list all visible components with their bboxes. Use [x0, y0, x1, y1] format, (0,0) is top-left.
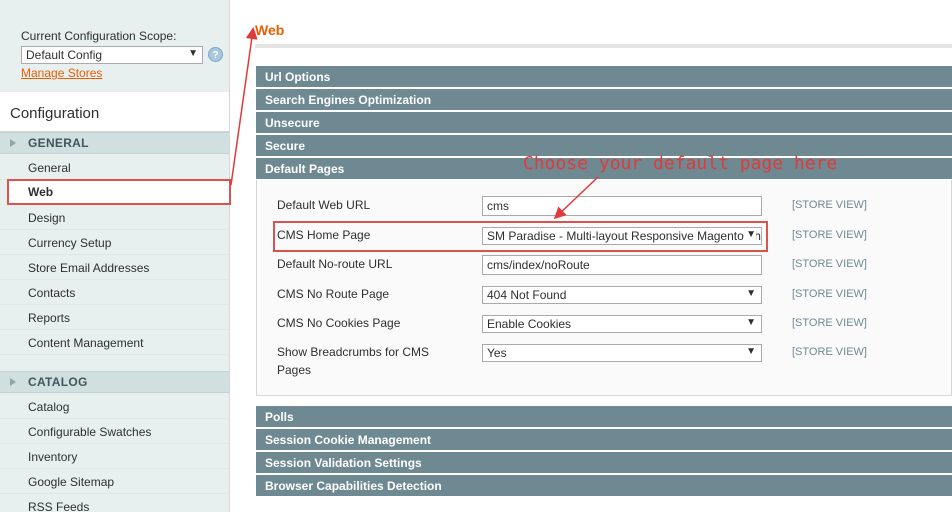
- sidebar: Current Configuration Scope: Default Con…: [0, 0, 231, 512]
- sidebar-item-google-sitemap[interactable]: Google Sitemap: [0, 469, 229, 494]
- chevron-down-icon: ▼: [188, 48, 198, 59]
- scope-switcher: Current Configuration Scope: Default Con…: [10, 16, 230, 92]
- section-session-cookie[interactable]: Session Cookie Management: [256, 429, 952, 450]
- show-breadcrumbs-select[interactable]: Yes ▼: [482, 344, 762, 362]
- cms-nocookies-page-select[interactable]: Enable Cookies ▼: [482, 315, 762, 333]
- page-title: Web: [255, 22, 285, 38]
- triangle-right-icon: [10, 378, 16, 386]
- cms-nocookies-page-label: CMS No Cookies Page: [277, 316, 401, 330]
- sidebar-item-rss-feeds[interactable]: RSS Feeds: [0, 494, 229, 512]
- chevron-down-icon: ▼: [744, 288, 756, 299]
- sidebar-item-web[interactable]: Web: [7, 179, 231, 205]
- group-catalog[interactable]: CATALOG: [0, 371, 229, 393]
- group-catalog-label: CATALOG: [28, 375, 88, 389]
- manage-stores-link[interactable]: Manage Stores: [21, 66, 102, 80]
- scope-tag: [STORE VIEW]: [792, 288, 867, 300]
- cms-noroute-page-select[interactable]: 404 Not Found ▼: [482, 286, 762, 304]
- section-browser-capabilities[interactable]: Browser Capabilities Detection: [256, 475, 952, 496]
- chevron-down-icon: ▼: [744, 346, 756, 357]
- section-polls[interactable]: Polls: [256, 406, 952, 427]
- show-breadcrumbs-value: Yes: [487, 346, 507, 360]
- chevron-down-icon: ▼: [744, 317, 756, 328]
- annotation-text: Choose your default page here: [523, 153, 838, 174]
- cms-nocookies-page-value: Enable Cookies: [487, 317, 572, 331]
- arrow-web-to-title: [230, 27, 258, 186]
- sidebar-item-content-management[interactable]: Content Management: [0, 330, 229, 355]
- title-divider: [255, 44, 952, 48]
- cms-home-page-highlight: [273, 221, 768, 252]
- group-general-label: GENERAL: [28, 136, 89, 150]
- section-seo[interactable]: Search Engines Optimization: [256, 89, 952, 110]
- sidebar-item-design[interactable]: Design: [0, 205, 229, 230]
- scope-label: Current Configuration Scope:: [21, 29, 177, 43]
- sidebar-item-catalog[interactable]: Catalog: [0, 394, 229, 419]
- default-pages-fieldset: Default Web URL [STORE VIEW] CMS Home Pa…: [256, 180, 952, 396]
- default-web-url-label: Default Web URL: [277, 198, 371, 212]
- default-web-url-input[interactable]: [482, 196, 762, 216]
- configuration-heading: Configuration: [0, 92, 229, 132]
- sidebar-item-currency-setup[interactable]: Currency Setup: [0, 230, 229, 255]
- show-breadcrumbs-label: Show Breadcrumbs for CMS Pages: [277, 345, 430, 377]
- section-unsecure[interactable]: Unsecure: [256, 112, 952, 133]
- scope-select-value: Default Config: [26, 48, 103, 62]
- section-url-options[interactable]: Url Options: [256, 66, 952, 87]
- default-noroute-url-input[interactable]: [482, 255, 762, 275]
- scope-tag: [STORE VIEW]: [792, 229, 867, 241]
- cms-noroute-page-value: 404 Not Found: [487, 288, 567, 302]
- sidebar-item-inventory[interactable]: Inventory: [0, 444, 229, 469]
- cms-noroute-page-label: CMS No Route Page: [277, 287, 390, 301]
- default-noroute-url-label: Default No-route URL: [277, 257, 393, 271]
- section-session-validation[interactable]: Session Validation Settings: [256, 452, 952, 473]
- triangle-right-icon: [10, 139, 16, 147]
- group-general[interactable]: GENERAL: [0, 132, 229, 154]
- scope-tag: [STORE VIEW]: [792, 346, 867, 358]
- scope-select[interactable]: Default Config ▼: [21, 46, 203, 64]
- sidebar-item-reports[interactable]: Reports: [0, 305, 229, 330]
- sidebar-item-configurable-swatches[interactable]: Configurable Swatches: [0, 419, 229, 444]
- sidebar-item-general[interactable]: General: [0, 155, 229, 180]
- sidebar-item-contacts[interactable]: Contacts: [0, 280, 229, 305]
- help-icon[interactable]: ?: [208, 47, 223, 62]
- scope-tag: [STORE VIEW]: [792, 258, 867, 270]
- scope-tag: [STORE VIEW]: [792, 199, 867, 211]
- sidebar-item-store-email[interactable]: Store Email Addresses: [0, 255, 229, 280]
- scope-tag: [STORE VIEW]: [792, 317, 867, 329]
